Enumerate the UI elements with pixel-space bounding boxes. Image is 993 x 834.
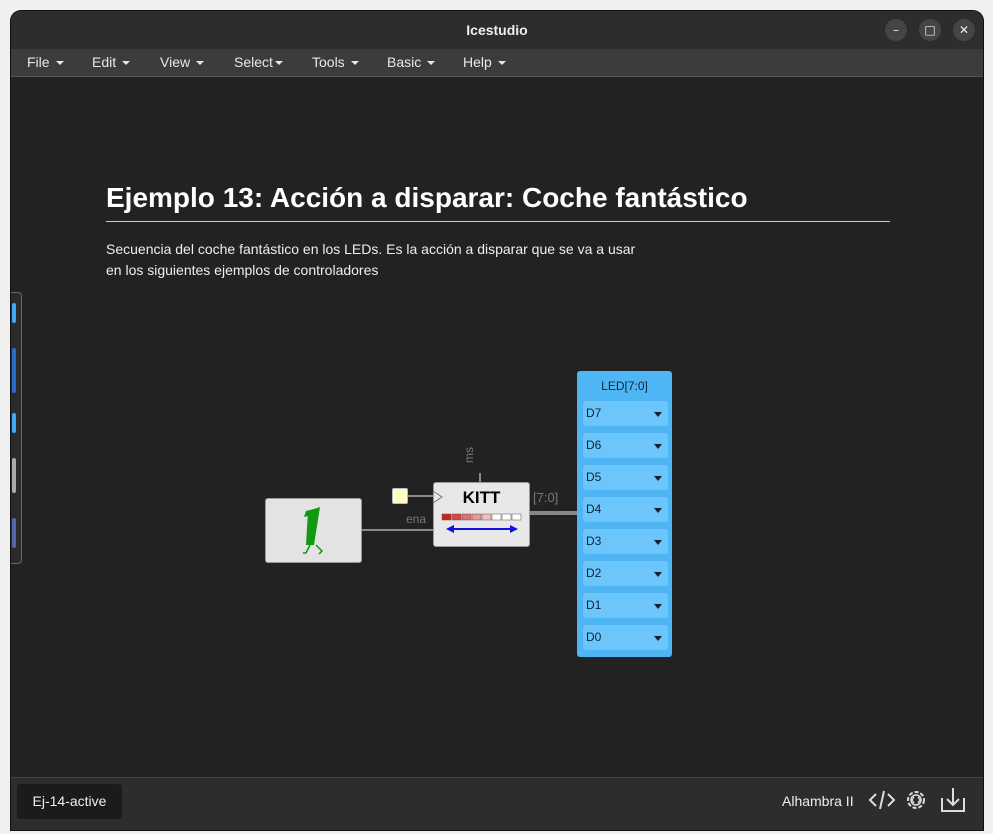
- kitt-scanner-icon: [441, 513, 522, 533]
- chevron-down-icon: [497, 61, 506, 66]
- led-pin-select[interactable]: D5: [583, 465, 668, 490]
- chevron-down-icon: [55, 61, 64, 66]
- chevron-down-icon: [654, 540, 662, 545]
- chevron-down-icon: [122, 61, 131, 66]
- led-pin-select[interactable]: D6: [583, 433, 668, 458]
- led-pin-select[interactable]: D3: [583, 529, 668, 554]
- pin-label: D7: [586, 406, 602, 420]
- clock-input-arrow: [432, 490, 443, 504]
- menu-view[interactable]: View: [160, 49, 205, 76]
- pin-label: D4: [586, 502, 602, 516]
- chevron-down-icon: [196, 61, 205, 66]
- pin-label: D5: [586, 470, 602, 484]
- constant-one-block[interactable]: [265, 498, 362, 563]
- download-icon[interactable]: [939, 786, 967, 814]
- menu-label: Tools: [312, 54, 345, 70]
- pin-label: D6: [586, 438, 602, 452]
- window-title: Icestudio: [466, 22, 528, 38]
- board-name[interactable]: Alhambra II: [782, 793, 854, 809]
- app-window: Icestudio – □ ✕ File Edit View Select To…: [11, 11, 983, 830]
- menu-basic[interactable]: Basic: [387, 49, 436, 76]
- menu-label: View: [160, 54, 191, 70]
- chevron-down-icon: [654, 476, 662, 481]
- chevron-down-icon: [654, 572, 662, 577]
- menu-label: Edit: [92, 54, 117, 70]
- settings-gear-icon[interactable]: [902, 786, 930, 814]
- titlebar: Icestudio – □ ✕: [11, 11, 983, 49]
- menu-label: File: [27, 54, 50, 70]
- led-pin-select[interactable]: D7: [583, 401, 668, 426]
- pin-label: D1: [586, 598, 602, 612]
- menu-label: Select: [234, 54, 273, 70]
- statusbar: Ej-14-active Alhambra II: [11, 777, 983, 830]
- chevron-down-icon: [350, 61, 359, 66]
- pin-label: D0: [586, 630, 602, 644]
- led-output-block[interactable]: LED[7:0] D7 D6 D5 D4 D3 D2 D1 D0: [577, 371, 672, 657]
- param-input[interactable]: [392, 488, 408, 504]
- pin-label: D2: [586, 566, 602, 580]
- ena-port-label: ena: [406, 512, 427, 526]
- pin-label: D3: [586, 534, 602, 548]
- chevron-down-icon: [274, 61, 283, 66]
- menu-select[interactable]: Select: [234, 49, 283, 76]
- breadcrumb-tab[interactable]: Ej-14-active: [17, 784, 122, 819]
- chevron-down-icon: [654, 604, 662, 609]
- menu-tools[interactable]: Tools: [312, 49, 359, 76]
- kitt-block[interactable]: KITT: [433, 482, 530, 547]
- led-pin-select[interactable]: D2: [583, 561, 668, 586]
- chevron-down-icon: [654, 508, 662, 513]
- menu-help[interactable]: Help: [463, 49, 506, 76]
- chevron-down-icon: [654, 412, 662, 417]
- led-pin-select[interactable]: D1: [583, 593, 668, 618]
- bus-width-label: [7:0]: [533, 490, 559, 505]
- design-canvas[interactable]: Ejemplo 13: Acción a disparar: Coche fan…: [11, 77, 983, 777]
- led-pin-select[interactable]: D4: [583, 497, 668, 522]
- led-output-header: LED[7:0]: [601, 379, 648, 393]
- maximize-button[interactable]: □: [919, 19, 941, 41]
- chevron-down-icon: [654, 636, 662, 641]
- minimize-button[interactable]: –: [885, 19, 907, 41]
- led-pin-select[interactable]: D0: [583, 625, 668, 650]
- menu-edit[interactable]: Edit: [92, 49, 131, 76]
- chevron-down-icon: [654, 444, 662, 449]
- digital-one-icon: [303, 507, 324, 555]
- wires: [360, 473, 577, 531]
- menubar: File Edit View Select Tools Basic Help: [11, 49, 983, 77]
- chevron-down-icon: [427, 61, 436, 66]
- close-button[interactable]: ✕: [953, 19, 975, 41]
- menu-label: Help: [463, 54, 492, 70]
- menu-label: Basic: [387, 54, 422, 70]
- ms-port-label: ms: [462, 447, 476, 463]
- code-icon[interactable]: [868, 786, 896, 814]
- menu-file[interactable]: File: [27, 49, 64, 76]
